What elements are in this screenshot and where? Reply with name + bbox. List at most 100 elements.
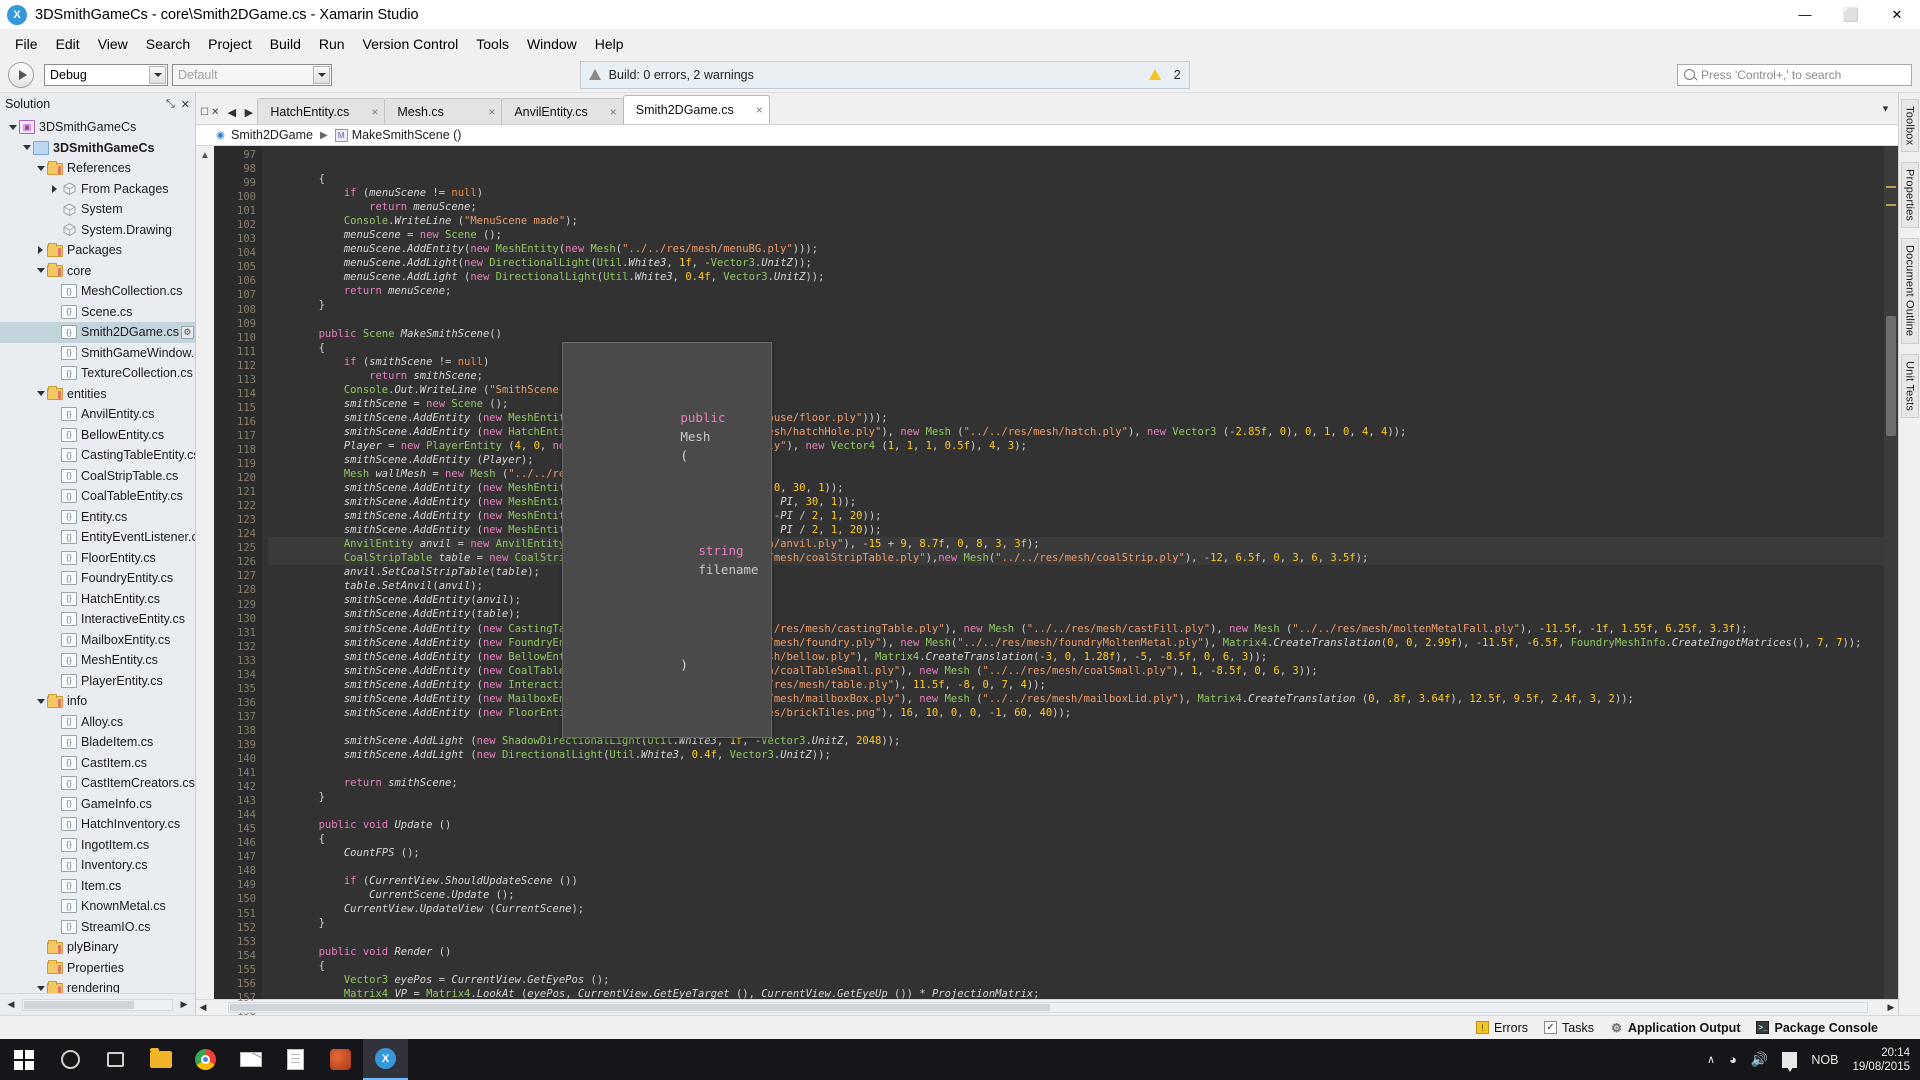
tree-node-packages[interactable]: Packages — [0, 240, 195, 261]
platform-select[interactable]: Default — [172, 63, 332, 86]
code-line[interactable] — [268, 860, 1884, 874]
code-line[interactable]: menuScene.AddLight(new DirectionalLight(… — [268, 256, 1884, 270]
code-line[interactable]: CurrentView.UpdateView (CurrentScene); — [268, 902, 1884, 916]
tree-node-hatchinventory-cs[interactable]: {} HatchInventory.cs — [0, 814, 195, 835]
search-input[interactable]: Press 'Control+,' to search — [1676, 63, 1912, 86]
task-view-icon[interactable] — [93, 1039, 138, 1080]
code-line[interactable]: return menuScene; — [268, 200, 1884, 214]
pad-errors[interactable]: ! Errors — [1476, 1021, 1528, 1035]
game-app-icon[interactable] — [318, 1039, 363, 1080]
code-line[interactable] — [268, 931, 1884, 945]
code-line[interactable]: return menuScene; — [268, 284, 1884, 298]
tree-node-references[interactable]: References — [0, 158, 195, 179]
code-line[interactable]: smithScene.AddLight (new ShadowDirection… — [268, 734, 1884, 748]
tab-close-icon[interactable]: × — [588, 105, 617, 119]
mail-icon[interactable] — [228, 1039, 273, 1080]
tree-node-scene-cs[interactable]: {} Scene.cs — [0, 302, 195, 323]
close-button[interactable]: ✕ — [1874, 0, 1920, 30]
tree-node-coalstriptable-cs[interactable]: {} CoalStripTable.cs — [0, 466, 195, 487]
chrome-icon[interactable] — [183, 1039, 228, 1080]
code-line[interactable]: table.SetAnvil(anvil); — [268, 579, 1884, 593]
notification-icon[interactable] — [1782, 1051, 1798, 1072]
tree-node-gameinfo-cs[interactable]: {} GameInfo.cs — [0, 794, 195, 815]
chevron-down-icon[interactable] — [6, 124, 19, 130]
chevron-down-icon[interactable] — [20, 145, 33, 151]
rail-tab-properties[interactable]: Properties — [1900, 162, 1919, 229]
tab-nav-prev[interactable]: ◀ — [223, 103, 240, 121]
tree-node-castingtableentity-cs[interactable]: {} CastingTableEntity.cs — [0, 445, 195, 466]
code-line[interactable]: } — [268, 298, 1884, 312]
tree-node-castitemcreators-cs[interactable]: {} CastItemCreators.cs — [0, 773, 195, 794]
code-line[interactable]: smithScene.AddEntity(table); — [268, 607, 1884, 621]
tree-node-smithgamewindow-cs[interactable]: {} SmithGameWindow.cs — [0, 343, 195, 364]
pin-icon[interactable]: ⤡ — [166, 98, 175, 111]
editor-tab-mesh[interactable]: Mesh.cs × — [384, 98, 503, 124]
chevron-down-icon[interactable] — [313, 65, 330, 84]
tree-node-rendering[interactable]: rendering — [0, 978, 195, 993]
tree-node-floorentity-cs[interactable]: {} FloorEntity.cs — [0, 548, 195, 569]
tree-node-interactiveentity-cs[interactable]: {} InteractiveEntity.cs — [0, 609, 195, 630]
resize-grip[interactable] — [1894, 1020, 1910, 1036]
tree-node-mailboxentity-cs[interactable]: {} MailboxEntity.cs — [0, 630, 195, 651]
tree-node-core[interactable]: core — [0, 261, 195, 282]
code-line[interactable]: Console.WriteLine ("MenuScene made"); — [268, 214, 1884, 228]
code-line[interactable]: CountFPS (); — [268, 846, 1884, 860]
tree-node-bladeitem-cs[interactable]: {} BladeItem.cs — [0, 732, 195, 753]
code-line[interactable]: smithScene.AddEntity (new MeshEntity (wa… — [268, 509, 1884, 523]
cortana-search-icon[interactable] — [48, 1039, 93, 1080]
menu-view[interactable]: View — [89, 32, 137, 56]
code-line[interactable]: public void Update () — [268, 818, 1884, 832]
code-line[interactable]: smithScene.AddEntity(anvil); — [268, 593, 1884, 607]
tree-node-streamio-cs[interactable]: {} StreamIO.cs — [0, 917, 195, 938]
tree-node-bellowentity-cs[interactable]: {} BellowEntity.cs — [0, 425, 195, 446]
code-line[interactable]: smithScene.AddEntity (new MailboxEntity … — [268, 692, 1884, 706]
menu-window[interactable]: Window — [518, 32, 586, 56]
chevron-down-icon[interactable] — [34, 268, 47, 274]
scroll-right-icon[interactable]: ▶ — [177, 998, 191, 1012]
solution-horizontal-scrollbar[interactable] — [22, 998, 173, 1011]
chevron-down-icon[interactable] — [34, 985, 47, 991]
menu-help[interactable]: Help — [586, 32, 633, 56]
code-line[interactable]: return smithScene; — [268, 776, 1884, 790]
code-line[interactable]: if (smithScene != null) — [268, 355, 1884, 369]
close-icon[interactable]: ✕ — [181, 98, 190, 111]
menu-file[interactable]: File — [6, 32, 47, 56]
code-line[interactable]: Matrix4 VP = Matrix4.LookAt (eyePos, Cur… — [268, 987, 1884, 999]
menu-version-control[interactable]: Version Control — [354, 32, 468, 56]
solution-tree[interactable]: ▣ 3DSmithGameCs 3DSmithGameCs References Fro… — [0, 115, 195, 993]
tree-node-meshcollection-cs[interactable]: {} MeshCollection.cs — [0, 281, 195, 302]
code-line[interactable]: smithScene.AddEntity (new FloorEntity(ne… — [268, 706, 1884, 720]
pad-package-console[interactable]: >_ Package Console — [1756, 1021, 1878, 1035]
code-line[interactable]: smithScene.AddEntity (new MeshEntity (ne… — [268, 411, 1884, 425]
code-line[interactable]: if (CurrentView.ShouldUpdateScene ()) — [268, 874, 1884, 888]
chevron-down-icon[interactable] — [34, 698, 47, 704]
chevron-up-icon[interactable]: ∧ — [1707, 1053, 1715, 1066]
tree-node-foundryentity-cs[interactable]: {} FoundryEntity.cs — [0, 568, 195, 589]
breadcrumb-member[interactable]: MakeSmithScene () — [352, 128, 462, 142]
tree-node-system-drawing[interactable]: System.Drawing — [0, 220, 195, 241]
code-line[interactable]: } — [268, 916, 1884, 930]
tree-node-entityeventlistener-cs[interactable]: {} EntityEventListener.cs — [0, 527, 195, 548]
scroll-left-icon[interactable]: ◀ — [196, 1001, 210, 1015]
code-line[interactable]: public void Render () — [268, 945, 1884, 959]
scroll-up-icon[interactable]: ▲ — [200, 150, 210, 161]
tab-nav-next[interactable]: ▶ — [240, 103, 257, 121]
code-line[interactable]: smithScene = new Scene (); — [268, 397, 1884, 411]
rail-tab-unit-tests[interactable]: Unit Tests — [1900, 353, 1919, 418]
code-line[interactable]: anvil.SetCoalStripTable(table); — [268, 565, 1884, 579]
tree-node-meshentity-cs[interactable]: {} MeshEntity.cs — [0, 650, 195, 671]
tree-node-texturecollection-cs[interactable]: {} TextureCollection.cs — [0, 363, 195, 384]
tree-node-alloy-cs[interactable]: {} Alloy.cs — [0, 712, 195, 733]
code-line[interactable] — [268, 762, 1884, 776]
dock-icon[interactable]: ☐ — [200, 107, 209, 118]
tree-node-anvilentity-cs[interactable]: {} AnvilEntity.cs — [0, 404, 195, 425]
tree-node-system[interactable]: System — [0, 199, 195, 220]
language-indicator[interactable]: NOB — [1811, 1053, 1838, 1067]
code-line[interactable]: smithScene.AddEntity (new BellowEntity(t… — [268, 650, 1884, 664]
code-line[interactable]: menuScene.AddEntity(new MeshEntity(new M… — [268, 242, 1884, 256]
close-pad-icon[interactable]: ✕ — [211, 107, 219, 118]
editor-vertical-scrollbar[interactable] — [1884, 146, 1898, 999]
code-line[interactable]: Mesh wallMesh = new Mesh ("../../res/mes… — [268, 467, 1884, 481]
tree-node-castitem-cs[interactable]: {} CastItem.cs — [0, 753, 195, 774]
code-line[interactable]: smithScene.AddEntity (new MeshEntity (wa… — [268, 481, 1884, 495]
